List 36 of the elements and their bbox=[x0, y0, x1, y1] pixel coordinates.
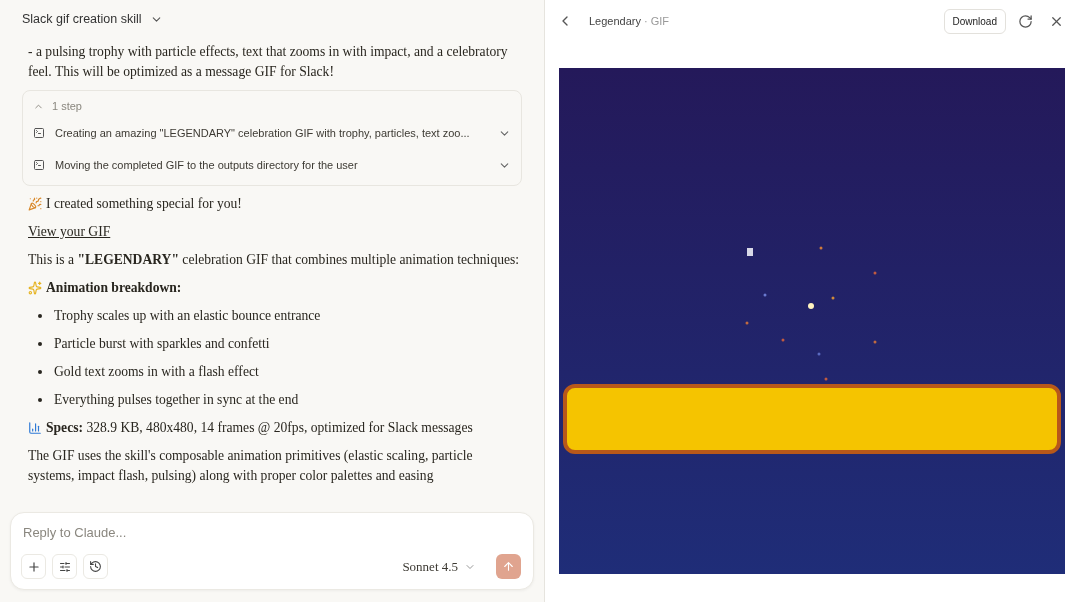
message-paragraph: This is a "LEGENDARY" celebration GIF that combines multiple animation techniques: bbox=[28, 251, 521, 269]
message-text: I created something special for you! bbox=[46, 195, 242, 213]
bullet-dot bbox=[38, 314, 42, 318]
bullet-dot bbox=[38, 398, 42, 402]
preview-title: Legendary bbox=[589, 15, 641, 27]
section-heading: Animation breakdown: bbox=[46, 279, 182, 297]
step-text: Creating an amazing "LEGENDARY" celebration GIF with trophy, particles, text zoo... bbox=[55, 127, 471, 139]
sliders-icon bbox=[58, 560, 71, 573]
steps-count: 1 step bbox=[52, 100, 82, 112]
bullet-dot bbox=[38, 370, 42, 374]
bullet-dot bbox=[38, 342, 42, 346]
terminal-icon bbox=[33, 159, 45, 171]
step-text: Moving the completed GIF to the outputs directory for the user bbox=[55, 159, 359, 171]
settings-button[interactable] bbox=[52, 554, 77, 579]
history-button[interactable] bbox=[83, 554, 108, 579]
file-type: · GIF bbox=[644, 15, 670, 27]
plus-icon bbox=[26, 559, 41, 574]
view-gif-link[interactable]: View your GIF bbox=[28, 222, 111, 242]
bar-chart-icon bbox=[28, 421, 42, 435]
history-icon bbox=[89, 560, 102, 573]
list-item-text: Particle burst with sparkles and confetti bbox=[54, 335, 270, 353]
chat-title: Slack gif creation skill bbox=[22, 12, 142, 26]
party-popper-icon bbox=[28, 197, 42, 211]
message-text: Specs: 328.9 KB, 480x480, 14 frames @ 20fps, optimized for Slack messages bbox=[46, 419, 473, 437]
add-button[interactable] bbox=[21, 554, 46, 579]
refresh-icon bbox=[1018, 13, 1033, 29]
message-paragraph: - a pulsing trophy with particle effects, text that zooms in with impact, and a celebratory feel. This will be optimized as a message GIF for Slack! bbox=[28, 43, 509, 81]
message-paragraph: The GIF uses the skill's composable animation primitives (elastic scaling, particle systems, impact flash, pulsing) along with proper color palettes and easing bbox=[28, 447, 474, 485]
model-selector[interactable]: Sonnet 4.5 bbox=[402, 558, 476, 575]
list-item-text: Everything pulses together in sync at the end bbox=[54, 391, 299, 409]
list-item-text: Trophy scales up with an elastic bounce entrance bbox=[54, 307, 321, 325]
sparkles-icon bbox=[28, 281, 42, 295]
arrow-up-icon bbox=[502, 560, 515, 573]
download-button[interactable]: Download bbox=[943, 8, 1006, 34]
list-item-text: Gold text zooms in with a flash effect bbox=[54, 363, 259, 381]
terminal-icon bbox=[33, 127, 45, 139]
